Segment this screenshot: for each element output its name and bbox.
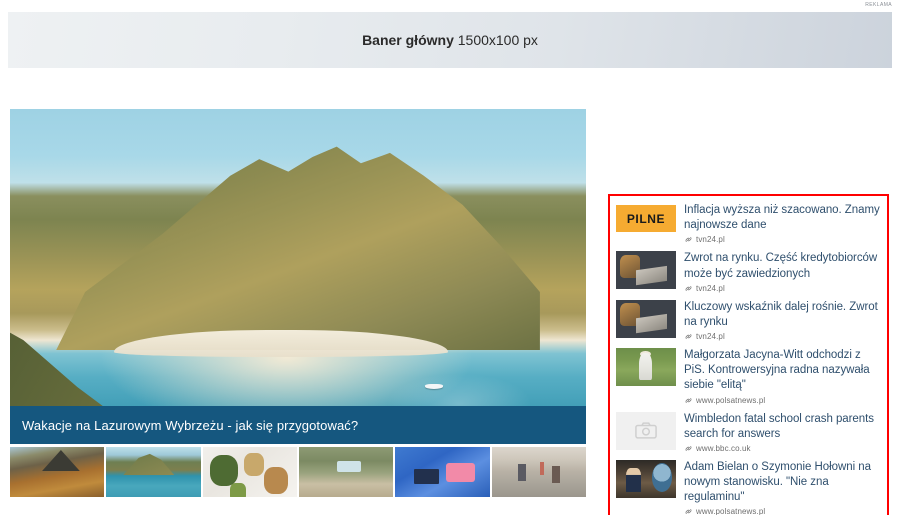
news-source: www.bbc.co.uk — [684, 444, 881, 453]
news-headline[interactable]: Zwrot na rynku. Część kredytobiorców moż… — [684, 251, 881, 281]
news-source-text: www.bbc.co.uk — [696, 443, 751, 453]
news-list: PILNE Inflacja wyższa niż szacowano. Znam… — [610, 196, 887, 515]
news-item[interactable]: PILNE Inflacja wyższa niż szacowano. Znam… — [616, 200, 881, 248]
news-item-body: Adam Bielan o Szymonie Hołowni na nowym … — [684, 460, 881, 515]
link-icon — [685, 509, 692, 515]
news-item-body: Wimbledon fatal school crash parents sea… — [684, 412, 881, 453]
news-source-text: tvn24.pl — [696, 332, 725, 342]
thumbnail-item[interactable] — [10, 447, 105, 497]
news-source: tvn24.pl — [684, 332, 881, 341]
hero-beach-shape — [113, 330, 448, 357]
content-area: Wakacje na Lazurowym Wybrzeżu - jak się … — [0, 95, 900, 515]
news-source-text: www.polsatnews.pl — [696, 395, 766, 405]
news-source-text: tvn24.pl — [696, 283, 725, 293]
link-icon — [685, 397, 692, 403]
news-source: tvn24.pl — [684, 235, 881, 244]
thumbnail-item[interactable] — [298, 447, 394, 497]
news-item-body: Inflacja wyższa niż szacowano. Znamy naj… — [684, 203, 881, 244]
news-item[interactable]: Wimbledon fatal school crash parents sea… — [616, 409, 881, 457]
news-headline[interactable]: Małgorzata Jacyna-Witt odchodzi z PiS. K… — [684, 348, 881, 394]
news-item[interactable]: Kluczowy wskaźnik dalej rośnie. Zwrot na… — [616, 297, 881, 345]
news-item[interactable]: Zwrot na rynku. Część kredytobiorców moż… — [616, 248, 881, 296]
news-source: www.polsatnews.pl — [684, 507, 881, 515]
main-banner-ad[interactable]: Baner główny 1500x100 px — [8, 12, 892, 68]
news-item[interactable]: Małgorzata Jacyna-Witt odchodzi z PiS. K… — [616, 345, 881, 409]
breaking-news-badge-label: PILNE — [626, 211, 666, 226]
link-icon — [685, 237, 692, 243]
hero-caption-bar[interactable]: Wakacje na Lazurowym Wybrzeżu - jak się … — [10, 406, 586, 444]
news-thumbnail[interactable] — [616, 251, 676, 290]
page-root: REKLAMA Baner główny 1500x100 px Wakacje… — [0, 0, 900, 515]
thumbnail-strip — [10, 447, 586, 497]
news-thumbnail[interactable] — [616, 459, 676, 498]
thumbnail-item[interactable] — [106, 447, 201, 497]
news-item-body: Kluczowy wskaźnik dalej rośnie. Zwrot na… — [684, 300, 881, 341]
news-widget-panel: PILNE Inflacja wyższa niż szacowano. Znam… — [608, 194, 889, 515]
news-item-body: Zwrot na rynku. Część kredytobiorców moż… — [684, 251, 881, 292]
news-headline[interactable]: Wimbledon fatal school crash parents sea… — [684, 412, 881, 442]
hero-image — [10, 109, 586, 444]
link-icon — [685, 334, 692, 340]
news-headline[interactable]: Kluczowy wskaźnik dalej rośnie. Zwrot na… — [684, 300, 881, 330]
news-thumbnail[interactable] — [616, 348, 676, 387]
news-headline[interactable]: Adam Bielan o Szymonie Hołowni na nowym … — [684, 460, 881, 506]
news-thumbnail[interactable] — [616, 299, 676, 338]
thumbnail-item[interactable] — [491, 447, 586, 497]
ad-disclosure-label: REKLAMA — [865, 2, 892, 8]
news-source-text: www.polsatnews.pl — [696, 507, 766, 515]
hero-boat — [424, 383, 443, 389]
news-source-text: tvn24.pl — [696, 235, 725, 245]
camera-icon — [635, 422, 657, 439]
breaking-news-badge: PILNE — [616, 205, 676, 232]
link-icon — [685, 445, 692, 451]
thumbnail-item[interactable] — [202, 447, 297, 497]
news-source: tvn24.pl — [684, 284, 881, 293]
news-source: www.polsatnews.pl — [684, 396, 881, 405]
banner-size: 1500x100 px — [457, 32, 538, 48]
hero-caption-text: Wakacje na Lazurowym Wybrzeżu - jak się … — [22, 417, 359, 433]
banner-title: Baner główny — [362, 32, 454, 48]
thumbnail-item[interactable] — [395, 447, 490, 497]
link-icon — [685, 285, 692, 291]
news-headline[interactable]: Inflacja wyższa niż szacowano. Znamy naj… — [684, 203, 881, 233]
news-item-body: Małgorzata Jacyna-Witt odchodzi z PiS. K… — [684, 348, 881, 405]
banner-label: Baner główny 1500x100 px — [362, 32, 538, 48]
news-item[interactable]: Adam Bielan o Szymonie Hołowni na nowym … — [616, 457, 881, 515]
hero-article-card[interactable]: Wakacje na Lazurowym Wybrzeżu - jak się … — [10, 109, 586, 444]
news-thumbnail-placeholder — [616, 411, 676, 450]
